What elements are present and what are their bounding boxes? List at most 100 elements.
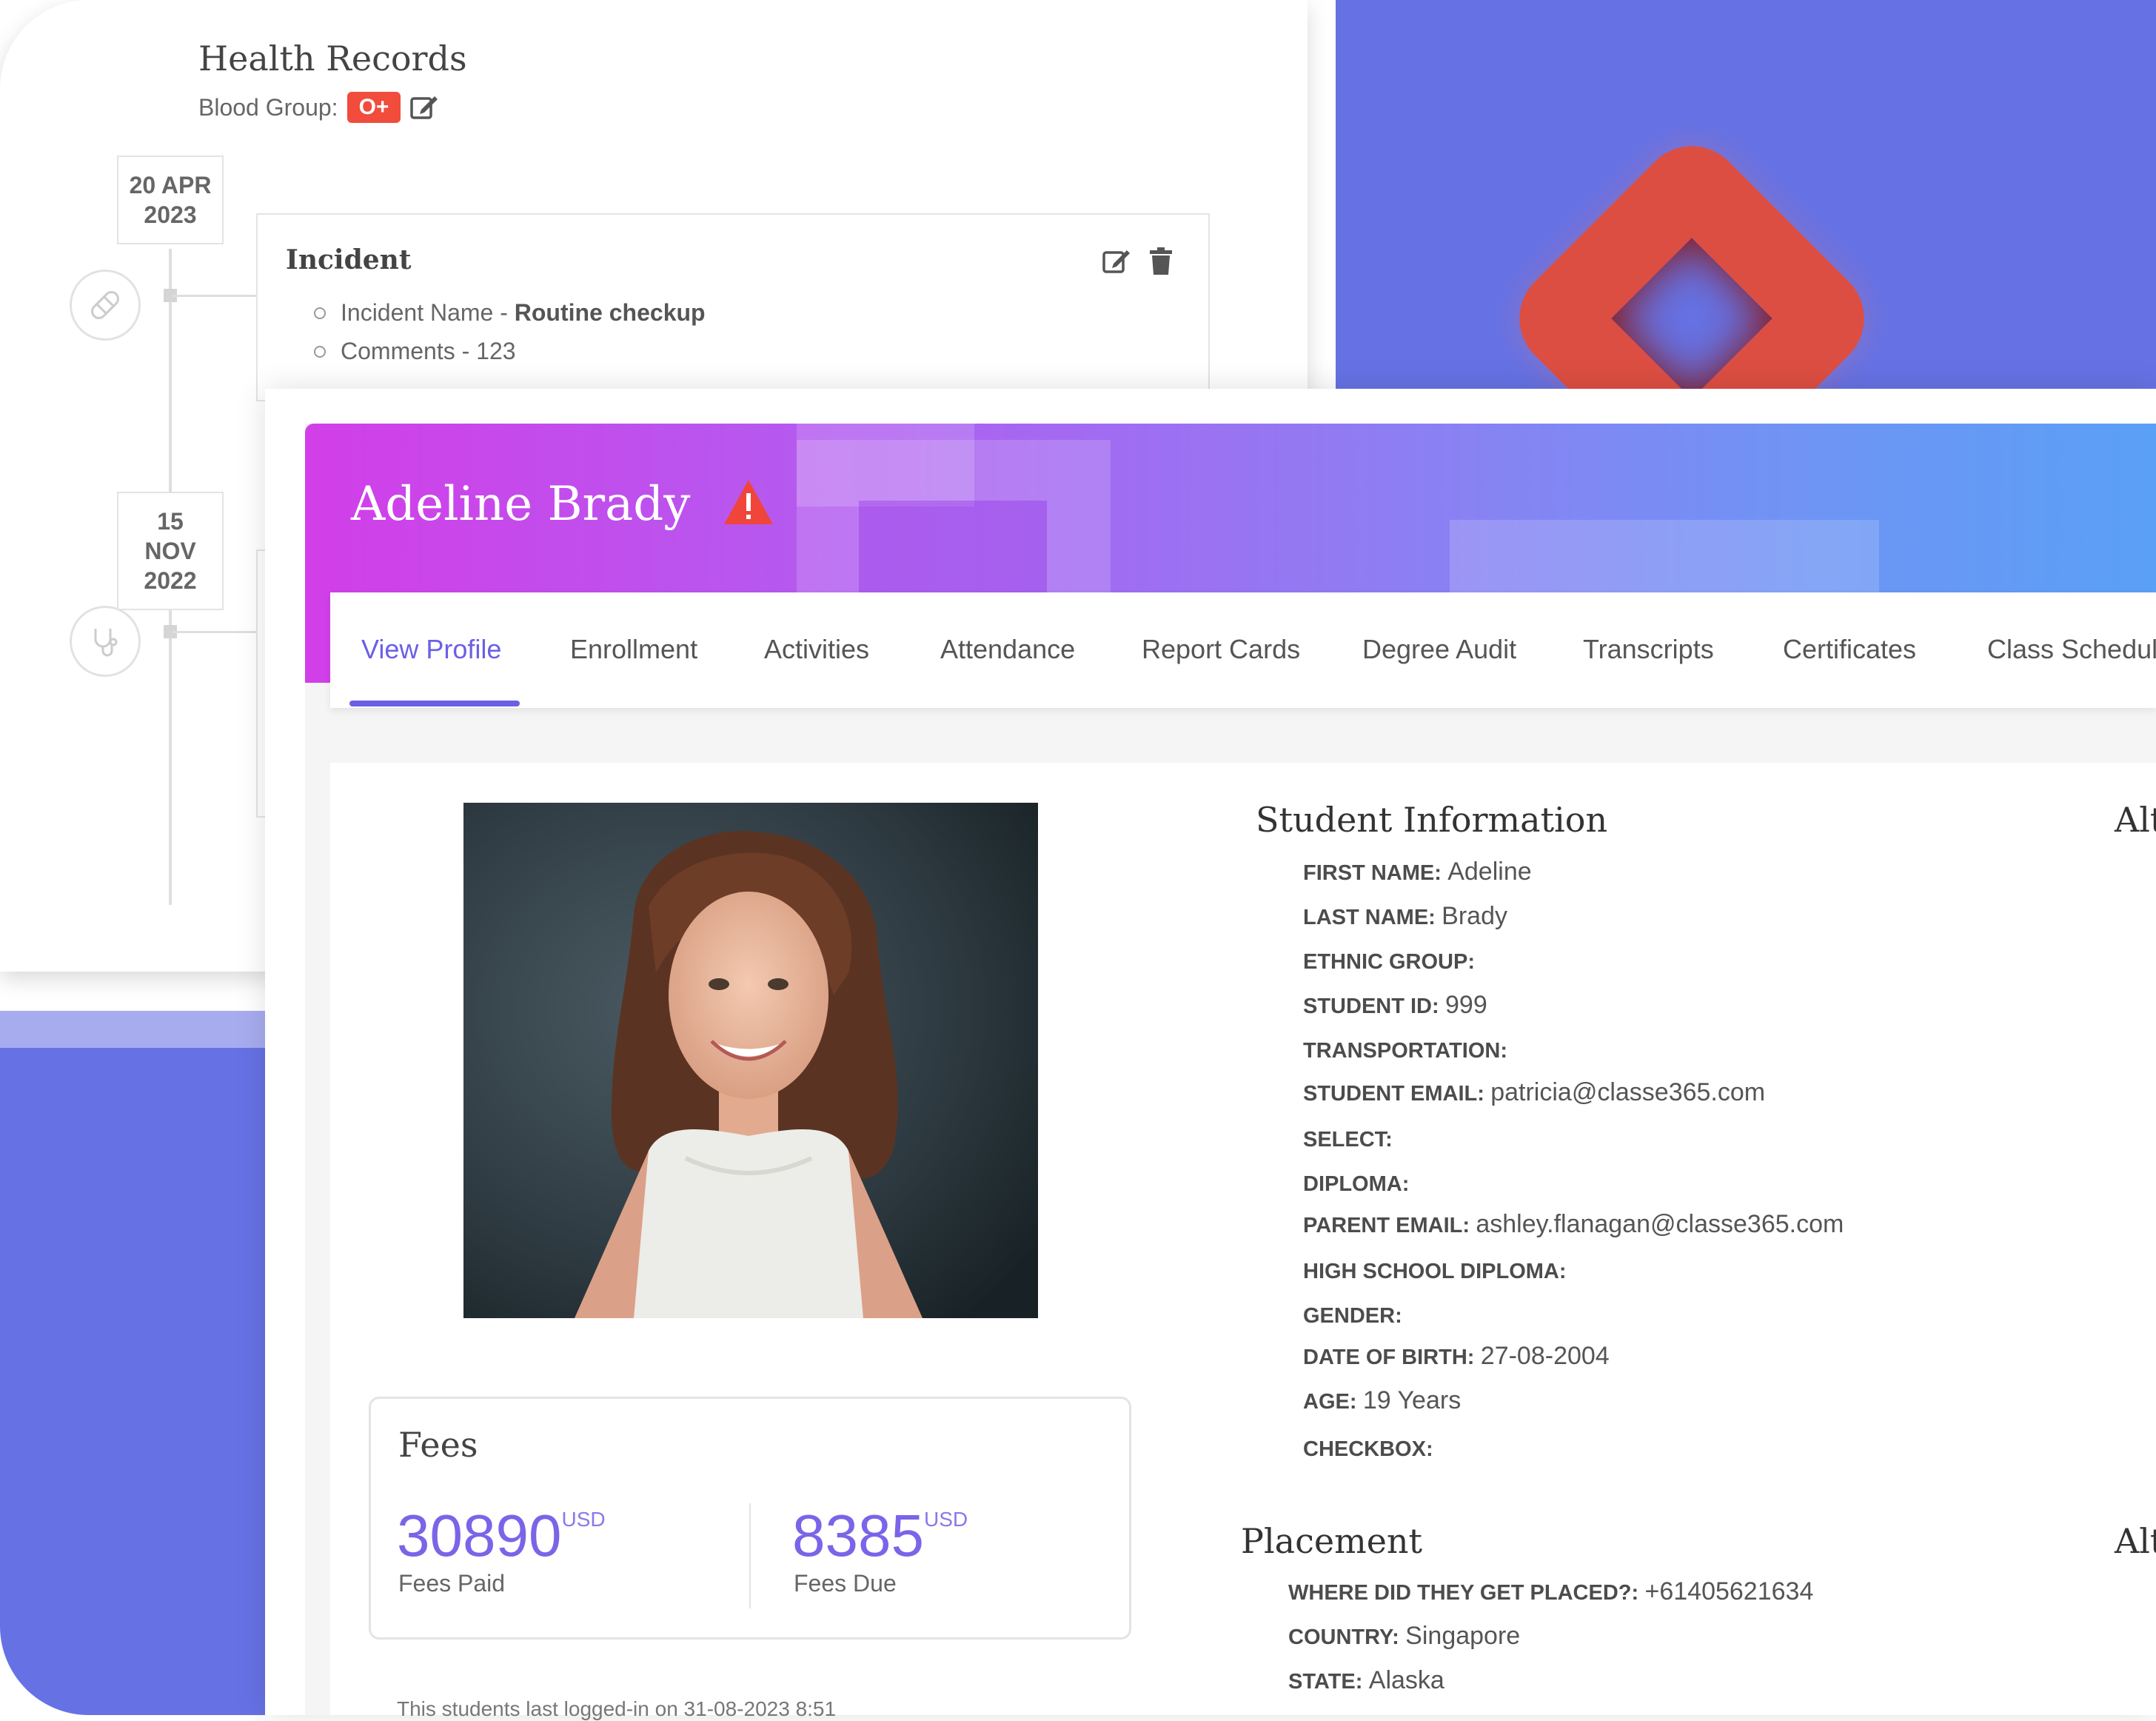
tab-class-schedule[interactable]: Class Schedul — [1987, 634, 2156, 665]
placement-field: WHERE DID THEY GET PLACED?: +61405621634 — [1288, 1577, 1813, 1606]
date-day-month: 15 NOV — [144, 508, 196, 564]
background-panel-left — [0, 1011, 267, 1715]
incident-name-item: Incident Name - Routine checkup — [314, 299, 706, 327]
active-tab-indicator — [349, 701, 520, 706]
field-value: Alaska — [1368, 1666, 1444, 1694]
incident-heading: Incident — [286, 244, 412, 275]
fees-paid: 30890USD — [397, 1502, 606, 1570]
student-name: Adeline Brady — [351, 477, 691, 532]
field-label: FIRST NAME: — [1303, 861, 1442, 885]
field-label: CHECKBOX: — [1303, 1437, 1433, 1461]
field-label: STUDENT EMAIL: — [1303, 1082, 1484, 1106]
field-value: ashley.flanagan@classe365.com — [1476, 1210, 1844, 1238]
placement-title: Placement — [1241, 1521, 1423, 1561]
info-field: LAST NAME: Brady — [1303, 902, 1507, 931]
tab-activities[interactable]: Activities — [764, 634, 869, 665]
tab-attendance[interactable]: Attendance — [940, 634, 1075, 665]
edit-icon[interactable] — [1102, 247, 1131, 279]
field-label: LAST NAME: — [1303, 906, 1436, 929]
field-value: Brady — [1442, 902, 1507, 930]
fees-paid-label: Fees Paid — [398, 1570, 506, 1597]
last-login-text: This students last logged-in on 31-08-20… — [397, 1697, 837, 1720]
fees-paid-value: 30890 — [397, 1503, 562, 1568]
info-field: SELECT: — [1303, 1124, 1393, 1153]
background-band-left — [0, 1011, 304, 1048]
info-field: DIPLOMA: — [1303, 1169, 1409, 1197]
fees-due-label: Fees Due — [794, 1570, 897, 1597]
field-label: STUDENT ID: — [1303, 995, 1439, 1018]
field-value: +61405621634 — [1644, 1577, 1814, 1605]
field-value: 999 — [1445, 991, 1487, 1019]
field-label: GENDER: — [1303, 1304, 1402, 1328]
warning-icon[interactable] — [723, 478, 774, 529]
incident-comments-item: Comments - 123 — [314, 338, 516, 365]
alt-section-title: Alt — [2115, 800, 2156, 840]
timeline-date: 20 APR 2023 — [117, 156, 224, 244]
info-field: ETHNIC GROUP: — [1303, 946, 1475, 975]
profile-tabs: View Profile Enrollment Activities Atten… — [330, 592, 2156, 708]
fees-due: 8385USD — [792, 1502, 968, 1570]
list-bullet — [314, 307, 326, 319]
header-decoration — [797, 418, 974, 507]
field-label: TRANSPORTATION: — [1303, 1039, 1508, 1063]
info-field: HIGH SCHOOL DIPLOMA: — [1303, 1256, 1567, 1285]
blood-group-row: Blood Group: O+ — [198, 92, 439, 123]
field-value: Adeline — [1447, 858, 1532, 886]
tab-degree-audit[interactable]: Degree Audit — [1362, 634, 1516, 665]
fees-due-value: 8385 — [792, 1503, 924, 1568]
field-label: SELECT: — [1303, 1128, 1393, 1152]
info-field: DATE OF BIRTH: 27-08-2004 — [1303, 1342, 1610, 1371]
field-label: PARENT EMAIL: — [1303, 1214, 1470, 1237]
info-field: PARENT EMAIL: ashley.flanagan@classe365.… — [1303, 1210, 1844, 1239]
tab-enrollment[interactable]: Enrollment — [570, 634, 697, 665]
date-year: 2022 — [144, 567, 197, 594]
tab-transcripts[interactable]: Transcripts — [1583, 634, 1714, 665]
student-information-title: Student Information — [1256, 800, 1608, 840]
alt-section-title: Alt — [2115, 1521, 2156, 1561]
fees-due-unit: USD — [923, 1508, 968, 1531]
timeline-date: 15 NOV 2022 — [117, 492, 224, 610]
fees-paid-unit: USD — [561, 1508, 606, 1531]
field-value: Singapore — [1405, 1622, 1521, 1650]
field-label: ETHNIC GROUP: — [1303, 950, 1475, 974]
incident-name-value: Routine checkup — [514, 299, 706, 326]
info-field: CHECKBOX: — [1303, 1434, 1433, 1463]
fees-divider — [749, 1503, 751, 1608]
field-value: patricia@classe365.com — [1490, 1078, 1766, 1106]
field-value: 27-08-2004 — [1480, 1342, 1610, 1370]
blood-group-badge: O+ — [346, 92, 401, 123]
header-decoration — [859, 501, 1047, 604]
field-label: DATE OF BIRTH: — [1303, 1346, 1475, 1369]
edit-icon[interactable] — [409, 93, 439, 121]
info-field: AGE: 19 Years — [1303, 1386, 1461, 1415]
stethoscope-icon — [70, 606, 141, 677]
field-label: COUNTRY: — [1288, 1625, 1399, 1649]
field-label: HIGH SCHOOL DIPLOMA: — [1303, 1260, 1567, 1283]
incident-comments: Comments - 123 — [341, 338, 516, 364]
incident-name-label: Incident Name - — [341, 299, 515, 326]
blood-group-label: Blood Group: — [198, 93, 338, 121]
info-field: TRANSPORTATION: — [1303, 1035, 1507, 1064]
health-records-title: Health Records — [198, 39, 467, 78]
placement-field: COUNTRY: Singapore — [1288, 1622, 1520, 1651]
field-label: STATE: — [1288, 1670, 1363, 1694]
info-field: FIRST NAME: Adeline — [1303, 858, 1532, 886]
date-year: 2023 — [144, 201, 197, 228]
tab-report-cards[interactable]: Report Cards — [1142, 634, 1300, 665]
tab-view-profile[interactable]: View Profile — [361, 634, 501, 665]
trash-icon[interactable] — [1149, 247, 1173, 279]
placement-field: STATE: Alaska — [1288, 1666, 1444, 1695]
field-label: AGE: — [1303, 1390, 1357, 1414]
student-photo — [463, 803, 1038, 1318]
tab-certificates[interactable]: Certificates — [1783, 634, 1916, 665]
fees-title: Fees — [398, 1425, 478, 1465]
info-field: GENDER: — [1303, 1300, 1402, 1329]
field-value: 19 Years — [1362, 1386, 1462, 1414]
date-day-month: 20 APR — [129, 172, 212, 198]
field-label: DIPLOMA: — [1303, 1172, 1410, 1196]
timeline-connector — [172, 295, 256, 297]
timeline-connector — [172, 631, 256, 633]
info-field: STUDENT ID: 999 — [1303, 991, 1487, 1020]
bandage-icon — [70, 270, 141, 341]
field-label: WHERE DID THEY GET PLACED?: — [1288, 1581, 1639, 1605]
